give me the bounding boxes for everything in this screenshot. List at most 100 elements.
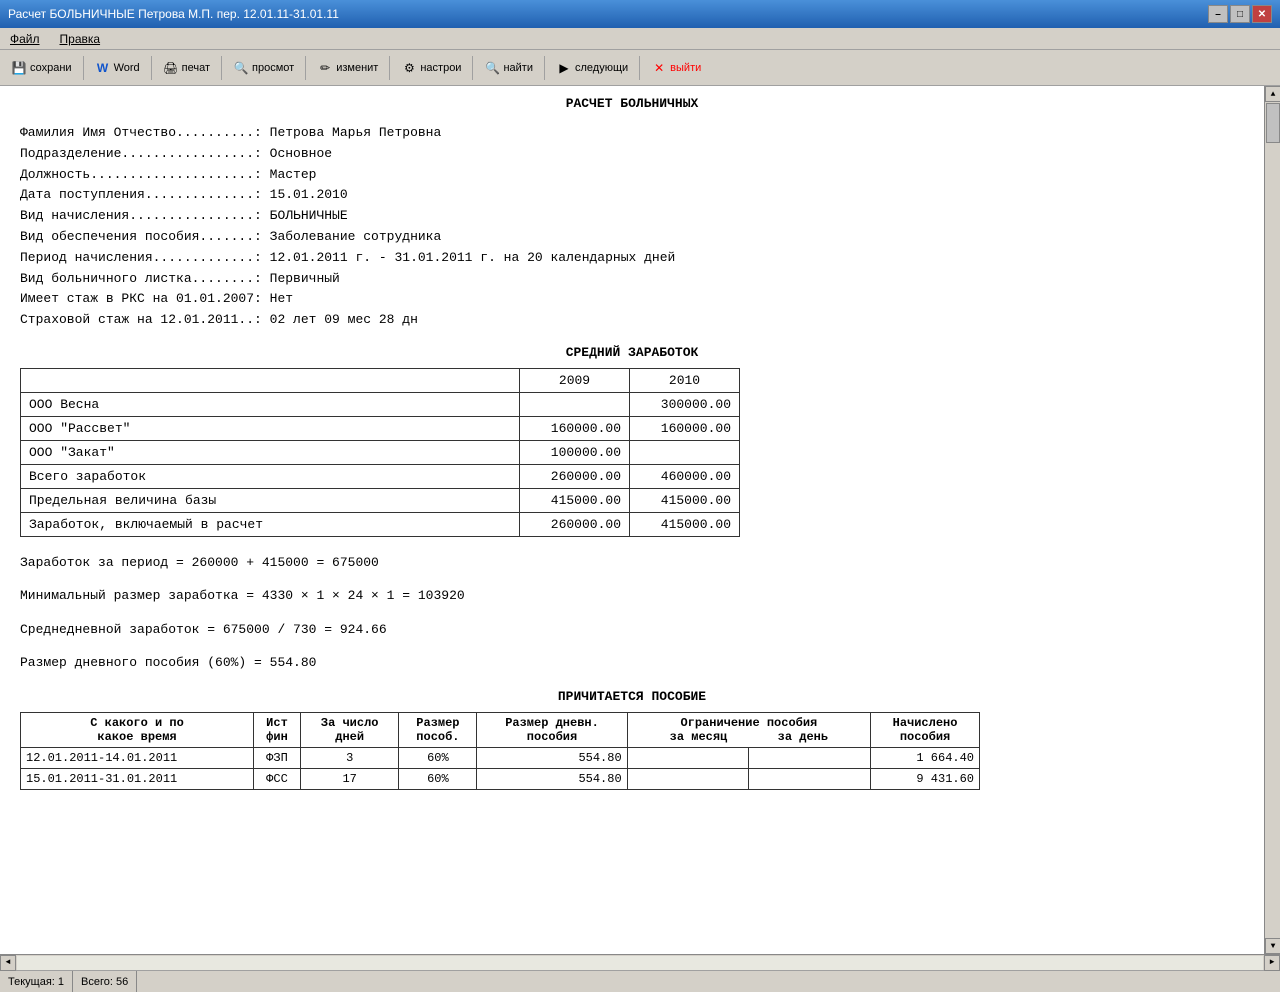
menu-bar: Файл Правка <box>0 28 1280 50</box>
payout-table: С какого и покакое время Истфин За число… <box>20 712 980 790</box>
status-bar: Текущая: 1 Всего: 56 <box>0 970 1280 992</box>
word-button[interactable]: W Word <box>88 54 147 82</box>
payout-col-limit: Ограничение пособияза месяц за день <box>627 712 870 747</box>
print-icon: 🖨 <box>163 60 179 76</box>
payout-0-size: 60% <box>399 747 477 768</box>
calc-line-2: Среднедневной заработок = 675000 / 730 =… <box>20 618 1244 641</box>
payout-col-source: Истфин <box>254 712 301 747</box>
exit-button[interactable]: ✕ выйти <box>644 54 708 82</box>
separator-6 <box>472 56 473 80</box>
info-line-5: Вид обеспечения пособия.......: Заболева… <box>20 227 1244 248</box>
table-row: ООО "Закат" 100000.00 <box>21 440 740 464</box>
close-button[interactable]: ✕ <box>1252 5 1272 23</box>
next-button[interactable]: ▶ следующи <box>549 54 635 82</box>
company-0-label: ООО Весна <box>21 392 520 416</box>
minimize-button[interactable]: – <box>1208 5 1228 23</box>
payout-0-accrued: 1 664.40 <box>871 747 980 768</box>
payout-1-size: 60% <box>399 768 477 789</box>
menu-file[interactable]: Файл <box>4 31 46 47</box>
info-line-6: Период начисления.............: 12.01.20… <box>20 248 1244 269</box>
toolbar: 💾 сохрани W Word 🖨 печат 🔍 просмот ✏ изм… <box>0 50 1280 86</box>
save-button[interactable]: 💾 сохрани <box>4 54 79 82</box>
separator-3 <box>221 56 222 80</box>
payout-1-accrued: 9 431.60 <box>871 768 980 789</box>
content-area[interactable]: РАСЧЕТ БОЛЬНИЧНЫХ Фамилия Имя Отчество..… <box>0 86 1264 954</box>
separator-7 <box>544 56 545 80</box>
company-2-2010 <box>630 440 740 464</box>
edit-icon: ✏ <box>317 60 333 76</box>
info-line-8: Имеет стаж в РКС на 01.01.2007: Нет <box>20 289 1244 310</box>
company-0-2009 <box>520 392 630 416</box>
find-button[interactable]: 🔍 найти <box>477 54 540 82</box>
scroll-left-arrow[interactable]: ◄ <box>0 955 16 971</box>
separator-8 <box>639 56 640 80</box>
payout-0-limit-month <box>627 747 749 768</box>
preview-label: просмот <box>252 62 294 74</box>
settings-button[interactable]: ⚙ настрои <box>394 54 468 82</box>
edit-button[interactable]: ✏ изменит <box>310 54 385 82</box>
scroll-up-arrow[interactable]: ▲ <box>1265 86 1280 102</box>
company-1-2009: 160000.00 <box>520 416 630 440</box>
payout-col-size: Размерпособ. <box>399 712 477 747</box>
payout-0-days: 3 <box>300 747 399 768</box>
company-1-2010: 160000.00 <box>630 416 740 440</box>
payout-title: ПРИЧИТАЕТСЯ ПОСОБИЕ <box>20 689 1244 704</box>
exit-label: выйти <box>670 62 701 74</box>
separator-4 <box>305 56 306 80</box>
calc-line-1: Минимальный размер заработка = 4330 × 1 … <box>20 584 1244 607</box>
scroll-right-arrow[interactable]: ► <box>1264 955 1280 971</box>
info-line-2: Должность.....................: Мастер <box>20 165 1244 186</box>
horizontal-scrollbar[interactable]: ◄ ► <box>0 954 1280 970</box>
settings-label: настрои <box>420 62 461 74</box>
hscroll-track <box>17 956 1263 970</box>
info-line-0: Фамилия Имя Отчество..........: Петрова … <box>20 123 1244 144</box>
preview-button[interactable]: 🔍 просмот <box>226 54 301 82</box>
table-row-total-1: Всего заработок 260000.00 460000.00 <box>21 464 740 488</box>
table-row-total-3: Заработок, включаемый в расчет 260000.00… <box>21 512 740 536</box>
info-line-4: Вид начисления................: БОЛЬНИЧН… <box>20 206 1244 227</box>
payout-1-period: 15.01.2011-31.01.2011 <box>21 768 254 789</box>
maximize-button[interactable]: □ <box>1230 5 1250 23</box>
payout-col-accrued: Начисленопособия <box>871 712 980 747</box>
title-bar: Расчет БОЛЬНИЧНЫЕ Петрова М.П. пер. 12.0… <box>0 0 1280 28</box>
payout-0-source: ФЗП <box>254 747 301 768</box>
total-3-2009: 260000.00 <box>520 512 630 536</box>
payout-0-daily: 554.80 <box>477 747 627 768</box>
payout-1-days: 17 <box>300 768 399 789</box>
total-2-label: Предельная величина базы <box>21 488 520 512</box>
earnings-col-2010: 2010 <box>630 368 740 392</box>
earnings-table: 2009 2010 ООО Весна 300000.00 ООО "Рассв… <box>20 368 740 537</box>
payout-col-period: С какого и покакое время <box>21 712 254 747</box>
total-1-label: Всего заработок <box>21 464 520 488</box>
word-label: Word <box>114 62 140 74</box>
scroll-thumb[interactable] <box>1266 103 1280 143</box>
separator-2 <box>151 56 152 80</box>
total-3-2010: 415000.00 <box>630 512 740 536</box>
calc-line-3: Размер дневного пособия (60%) = 554.80 <box>20 651 1244 674</box>
scroll-track[interactable] <box>1265 144 1280 938</box>
vertical-scrollbar[interactable]: ▲ ▼ <box>1264 86 1280 954</box>
info-line-9: Страховой стаж на 12.01.2011..: 02 лет 0… <box>20 310 1244 331</box>
edit-label: изменит <box>336 62 378 74</box>
company-1-label: ООО "Рассвет" <box>21 416 520 440</box>
info-line-3: Дата поступления..............: 15.01.20… <box>20 185 1244 206</box>
payout-1-limit-day <box>749 768 871 789</box>
menu-edit[interactable]: Правка <box>54 31 107 47</box>
print-label: печат <box>182 62 210 74</box>
payout-0-period: 12.01.2011-14.01.2011 <box>21 747 254 768</box>
save-icon: 💾 <box>11 60 27 76</box>
status-current: Текущая: 1 <box>0 971 73 992</box>
earnings-title: СРЕДНИЙ ЗАРАБОТОК <box>20 345 1244 360</box>
print-button[interactable]: 🖨 печат <box>156 54 217 82</box>
status-total: Всего: 56 <box>73 971 137 992</box>
total-2-2009: 415000.00 <box>520 488 630 512</box>
scroll-down-arrow[interactable]: ▼ <box>1265 938 1280 954</box>
info-line-1: Подразделение.................: Основное <box>20 144 1244 165</box>
company-0-2010: 300000.00 <box>630 392 740 416</box>
payout-col-daily: Размер дневн.пособия <box>477 712 627 747</box>
word-icon: W <box>95 60 111 76</box>
total-1-2010: 460000.00 <box>630 464 740 488</box>
window-title: Расчет БОЛЬНИЧНЫЕ Петрова М.П. пер. 12.0… <box>8 7 339 21</box>
separator-5 <box>389 56 390 80</box>
next-icon: ▶ <box>556 60 572 76</box>
